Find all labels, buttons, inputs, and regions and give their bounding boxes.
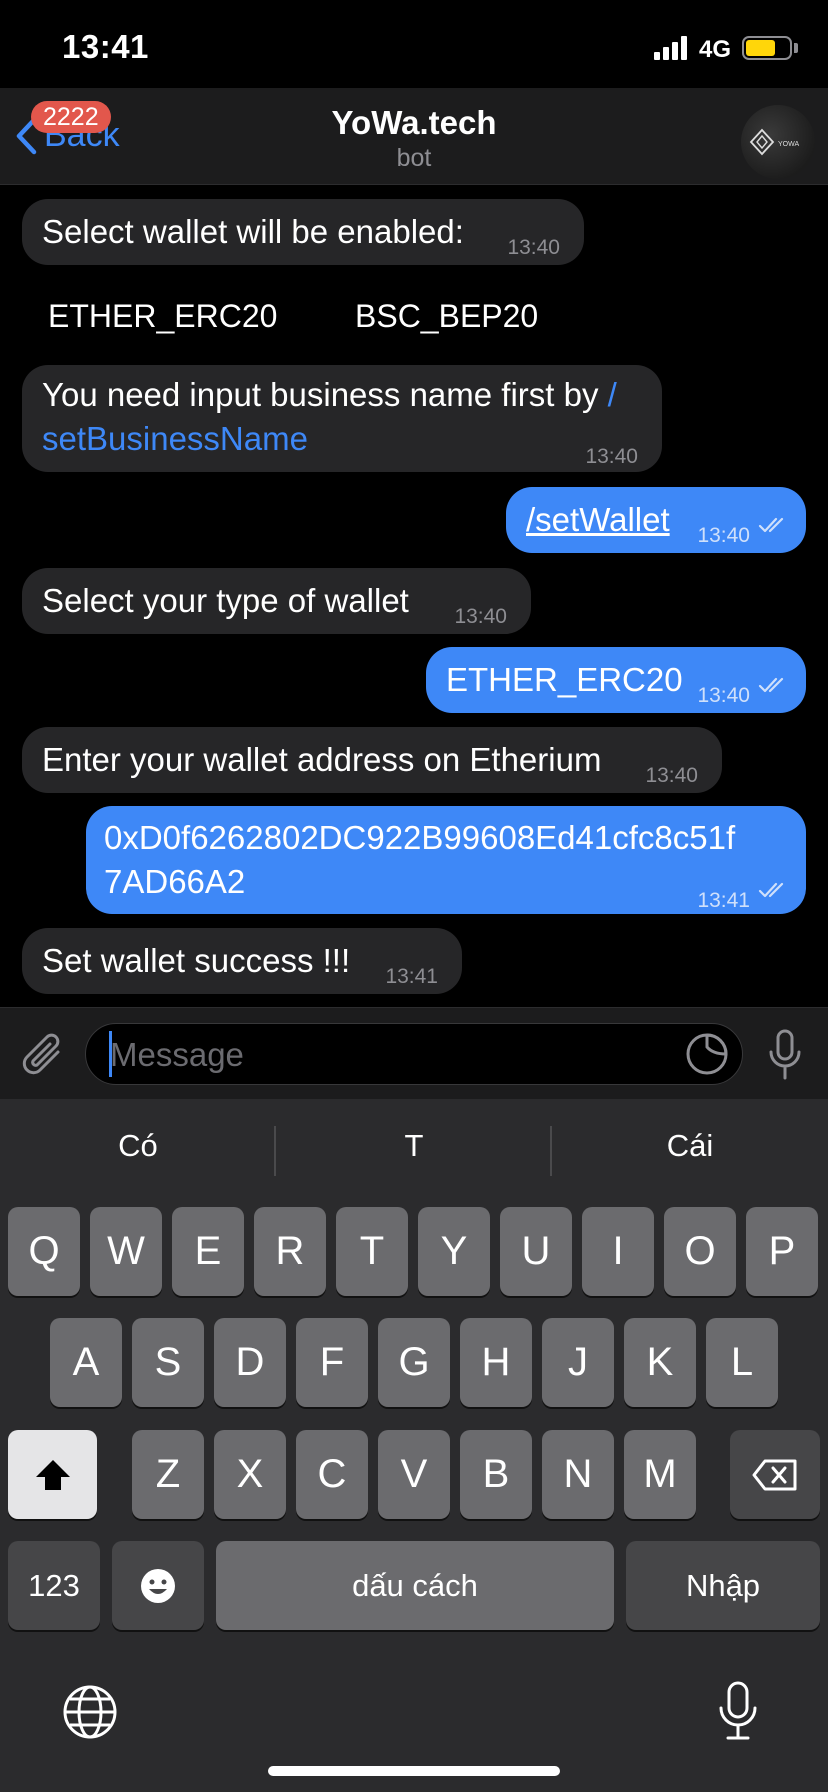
message-incoming[interactable]: You need input business name first by / … [22,365,662,472]
key-d[interactable]: D [214,1318,286,1407]
yowa-logo-icon: YOWA [749,128,799,156]
message-time: 13:40 [507,236,560,259]
key-m[interactable]: M [624,1430,696,1519]
message-time: 13:41 [697,889,750,912]
key-i[interactable]: I [582,1207,654,1296]
message-outgoing[interactable]: /setWallet 13:40 [506,487,806,553]
suggestion-2[interactable]: T [276,1128,552,1164]
key-v[interactable]: V [378,1430,450,1519]
globe-icon[interactable] [62,1684,118,1740]
message-text: Select wallet will be enabled: [42,213,464,250]
key-p[interactable]: P [746,1207,818,1296]
key-n[interactable]: N [542,1430,614,1519]
message-time: 13:40 [454,605,507,628]
message-time: 13:41 [385,965,438,988]
battery-nub [794,43,798,53]
message-text: Set wallet success !!! [42,942,351,979]
battery-icon [742,36,792,60]
key-l[interactable]: L [706,1318,778,1407]
read-receipt-icon [758,677,784,693]
command-link[interactable]: setBusinessName [42,420,308,457]
key-u[interactable]: U [500,1207,572,1296]
key-z[interactable]: Z [132,1430,204,1519]
suggestion-3[interactable]: Cái [552,1128,828,1164]
avatar[interactable]: YOWA [741,105,815,179]
key-y[interactable]: Y [418,1207,490,1296]
message-time: 13:40 [585,445,638,468]
message-text: ETHER_ERC20 [446,661,683,698]
unread-badge: 2222 [31,101,111,133]
chat-subtitle: bot [396,144,432,172]
shift-icon [35,1459,70,1490]
message-outgoing[interactable]: ETHER_ERC20 13:40 [426,647,806,713]
text-caret [109,1031,112,1077]
key-f[interactable]: F [296,1318,368,1407]
shift-key[interactable] [8,1430,97,1519]
key-o[interactable]: O [664,1207,736,1296]
key-b[interactable]: B [460,1430,532,1519]
key-e[interactable]: E [172,1207,244,1296]
message-text: Enter your wallet address on Etherium [42,741,602,778]
return-key[interactable]: Nhập [626,1541,820,1630]
key-t[interactable]: T [336,1207,408,1296]
inline-button-bsc[interactable]: BSC_BEP20 [355,298,538,335]
home-indicator[interactable] [268,1766,560,1776]
read-receipt-icon [758,882,784,898]
inline-button-ether[interactable]: ETHER_ERC20 [48,298,277,335]
message-incoming[interactable]: Set wallet success !!! 13:41 [22,928,462,994]
avatar-text: YOWA [778,141,799,148]
message-time: 13:40 [645,764,698,787]
key-a[interactable]: A [50,1318,122,1407]
sticker-icon[interactable] [685,1032,729,1076]
backspace-key[interactable] [730,1430,820,1519]
message-text: Select your type of wallet [42,582,409,619]
attach-icon[interactable] [20,1030,66,1078]
message-time: 13:40 [697,684,750,707]
key-w[interactable]: W [90,1207,162,1296]
status-time: 13:41 [62,28,149,65]
key-s[interactable]: S [132,1318,204,1407]
chat-title[interactable]: YoWa.tech [214,104,614,142]
key-x[interactable]: X [214,1430,286,1519]
numbers-key[interactable]: 123 [8,1541,100,1630]
command-link-slash[interactable]: / [608,376,617,413]
key-g[interactable]: G [378,1318,450,1407]
backspace-icon [752,1459,797,1490]
key-k[interactable]: K [624,1318,696,1407]
message-incoming[interactable]: Select wallet will be enabled: 13:40 [22,199,584,265]
message-text[interactable]: /setWallet [526,501,670,538]
message-incoming[interactable]: Select your type of wallet 13:40 [22,568,531,634]
emoji-icon [141,1568,175,1603]
key-q[interactable]: Q [8,1207,80,1296]
message-time: 13:40 [697,524,750,547]
read-receipt-icon [758,517,784,533]
emoji-key[interactable] [112,1541,204,1630]
message-outgoing[interactable]: 0xD0f6262802DC922B99608Ed41cfc8c51f 7AD6… [86,806,806,914]
space-key[interactable]: dấu cách [216,1541,614,1630]
signal-icon [654,36,688,60]
message-text: You need input business name first by [42,376,608,413]
key-r[interactable]: R [254,1207,326,1296]
mic-icon[interactable] [766,1028,804,1082]
key-h[interactable]: H [460,1318,532,1407]
suggestion-1[interactable]: Có [0,1128,276,1164]
dictation-icon[interactable] [716,1680,760,1742]
message-incoming[interactable]: Enter your wallet address on Etherium 13… [22,727,722,793]
network-type: 4G [699,36,732,63]
key-j[interactable]: J [542,1318,614,1407]
wallet-address-line2: 7AD66A2 [104,863,246,900]
wallet-address-line1: 0xD0f6262802DC922B99608Ed41cfc8c51f [104,819,736,856]
message-placeholder: Message [110,1036,244,1073]
key-c[interactable]: C [296,1430,368,1519]
